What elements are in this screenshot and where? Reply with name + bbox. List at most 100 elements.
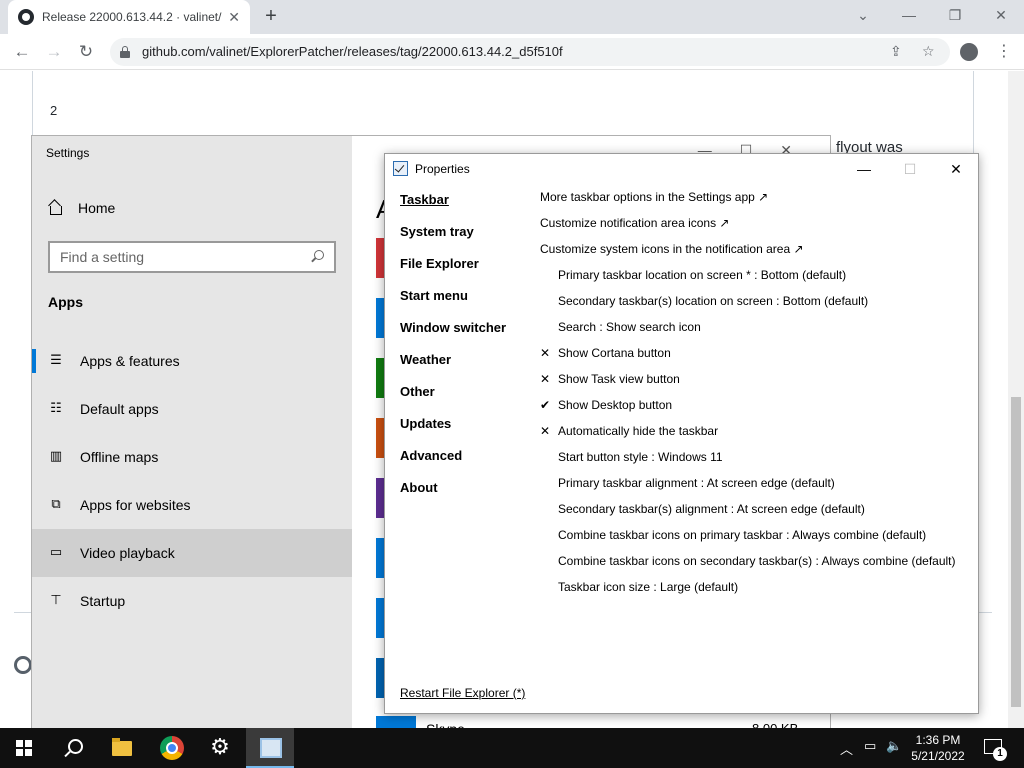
github-footer-icon[interactable] [14, 656, 32, 674]
volume-icon[interactable]: 🔈 [886, 739, 902, 754]
scrollbar-thumb[interactable] [1011, 397, 1021, 707]
option-cortana-checkbox[interactable]: ✕ Show Cortana button [540, 344, 970, 370]
home-label: Home [78, 200, 116, 216]
cross-icon: ✕ [540, 372, 551, 386]
chrome-icon[interactable] [160, 736, 184, 760]
properties-title: Properties [415, 162, 470, 176]
properties-app-icon [393, 161, 408, 176]
map-icon: ▥ [49, 449, 63, 464]
tab-title: Release 22000.613.44.2 · valinet/Explore… [42, 10, 222, 24]
tab-search-icon[interactable]: ⌄ [840, 4, 886, 26]
option-combine-secondary[interactable]: Combine taskbar icons on secondary taskb… [540, 552, 970, 578]
tab-system-tray[interactable]: System tray [400, 224, 540, 256]
settings-nav-offline-maps[interactable]: ▥ Offline maps [32, 433, 352, 481]
browser-tab[interactable]: Release 22000.613.44.2 · valinet/Explore… [8, 0, 250, 34]
taskbar-clock[interactable]: 1:36 PM 5/21/2022 [906, 732, 970, 764]
minimize-icon[interactable]: — [886, 4, 932, 26]
taskbar: ⚙ ︿ ▭ 🔈 1:36 PM 5/21/2022 1 [0, 728, 1024, 768]
option-primary-location[interactable]: Primary taskbar location on screen * : B… [540, 266, 970, 292]
settings-nav-label: Apps & features [80, 353, 180, 369]
new-tab-button[interactable]: + [259, 4, 283, 28]
home-icon [48, 201, 62, 215]
startup-icon: ⊤ [50, 593, 62, 608]
option-icon-size[interactable]: Taskbar icon size : Large (default) [540, 578, 970, 604]
properties-option-list: More taskbar options in the Settings app… [540, 188, 970, 604]
lock-icon [120, 46, 130, 58]
check-icon: ✔ [540, 398, 551, 412]
windows-start-icon[interactable] [16, 740, 32, 756]
settings-nav-label: Offline maps [80, 449, 159, 465]
tab-other[interactable]: Other [400, 384, 540, 416]
back-icon[interactable]: ← [10, 40, 34, 64]
settings-search-input[interactable] [50, 243, 290, 271]
restore-icon[interactable]: ❐ [932, 4, 978, 26]
minimize-icon[interactable]: — [849, 158, 879, 180]
browser-toolbar: ← → ↻ github.com/valinet/ExplorerPatcher… [0, 34, 1024, 70]
share-icon[interactable]: ⇪ [890, 43, 902, 60]
option-secondary-alignment[interactable]: Secondary taskbar(s) alignment : At scre… [540, 500, 970, 526]
url-text[interactable]: github.com/valinet/ExplorerPatcher/relea… [142, 44, 563, 59]
file-explorer-icon[interactable] [110, 736, 134, 760]
tab-updates[interactable]: Updates [400, 416, 540, 448]
page-text-digit: 2 [50, 103, 58, 118]
settings-nav-label: Default apps [80, 401, 159, 417]
tab-about[interactable]: About [400, 480, 540, 512]
bookmark-star-icon[interactable]: ☆ [922, 43, 935, 60]
settings-nav-label: Apps for websites [80, 497, 191, 513]
settings-nav-video-playback[interactable]: ▭ Video playback [32, 529, 352, 577]
cross-icon: ✕ [540, 424, 551, 438]
tab-file-explorer[interactable]: File Explorer [400, 256, 540, 288]
option-secondary-location[interactable]: Secondary taskbar(s) location on screen … [540, 292, 970, 318]
option-settings-app-link[interactable]: More taskbar options in the Settings app… [540, 188, 970, 214]
tab-weather[interactable]: Weather [400, 352, 540, 384]
video-icon: ▭ [49, 545, 63, 560]
profile-avatar-icon[interactable] [960, 43, 978, 61]
search-icon[interactable] [314, 250, 324, 260]
settings-sidebar: Settings Home Apps ☰ Apps & features ☷ D… [32, 136, 352, 734]
forward-icon[interactable]: → [42, 40, 66, 64]
clock-time: 1:36 PM [915, 733, 961, 747]
option-start-button-style[interactable]: Start button style : Windows 11 [540, 448, 970, 474]
tab-window-switcher[interactable]: Window switcher [400, 320, 540, 352]
properties-tab-list: Taskbar System tray File Explorer Start … [400, 192, 540, 512]
close-icon[interactable]: ✕ [941, 158, 971, 180]
tab-close-icon[interactable]: ✕ [228, 9, 240, 26]
cross-icon: ✕ [540, 346, 551, 360]
settings-nav-default-apps[interactable]: ☷ Default apps [32, 385, 352, 433]
properties-titlebar[interactable]: Properties — ☐ ✕ [385, 154, 978, 184]
option-combine-primary[interactable]: Combine taskbar icons on primary taskbar… [540, 526, 970, 552]
settings-nav-startup[interactable]: ⊤ Startup [32, 577, 352, 625]
maximize-icon[interactable]: ☐ [895, 158, 925, 180]
option-desktop-checkbox[interactable]: ✔ Show Desktop button [540, 396, 970, 422]
default-apps-icon: ☷ [50, 401, 62, 416]
settings-section-title: Apps [48, 294, 83, 310]
settings-nav-apps-features[interactable]: ☰ Apps & features [32, 337, 352, 385]
settings-nav-apps-for-websites[interactable]: ⧉ Apps for websites [32, 481, 352, 529]
properties-taskbar-icon[interactable] [246, 728, 294, 768]
settings-home-link[interactable]: Home [48, 200, 115, 216]
settings-search-box[interactable] [48, 241, 336, 273]
close-window-icon[interactable]: ✕ [978, 4, 1024, 26]
network-icon[interactable]: ▭ [864, 739, 876, 754]
browser-tab-strip: Release 22000.613.44.2 · valinet/Explore… [0, 0, 1024, 34]
address-bar[interactable]: github.com/valinet/ExplorerPatcher/relea… [110, 38, 950, 66]
restart-explorer-link[interactable]: Restart File Explorer (*) [400, 686, 525, 700]
reload-icon[interactable]: ↻ [74, 40, 98, 64]
option-primary-alignment[interactable]: Primary taskbar alignment : At screen ed… [540, 474, 970, 500]
option-task-view-checkbox[interactable]: ✕ Show Task view button [540, 370, 970, 396]
settings-gear-icon[interactable]: ⚙ [208, 736, 232, 760]
option-search[interactable]: Search : Show search icon [540, 318, 970, 344]
notification-count-badge: 1 [993, 747, 1007, 761]
tab-start-menu[interactable]: Start menu [400, 288, 540, 320]
tray-chevron-icon[interactable]: ︿ [840, 739, 853, 758]
list-icon: ☰ [50, 353, 62, 368]
option-system-icons-link[interactable]: Customize system icons in the notificati… [540, 240, 970, 266]
link-box-icon: ⧉ [51, 497, 61, 512]
tab-taskbar[interactable]: Taskbar [400, 192, 540, 224]
search-icon[interactable] [62, 736, 86, 760]
tab-advanced[interactable]: Advanced [400, 448, 540, 480]
option-notification-icons-link[interactable]: Customize notification area icons ↗ [540, 214, 970, 240]
option-autohide-checkbox[interactable]: ✕ Automatically hide the taskbar [540, 422, 970, 448]
kebab-menu-icon[interactable]: ⋮ [996, 41, 1012, 61]
page-scrollbar[interactable] [1008, 71, 1024, 731]
